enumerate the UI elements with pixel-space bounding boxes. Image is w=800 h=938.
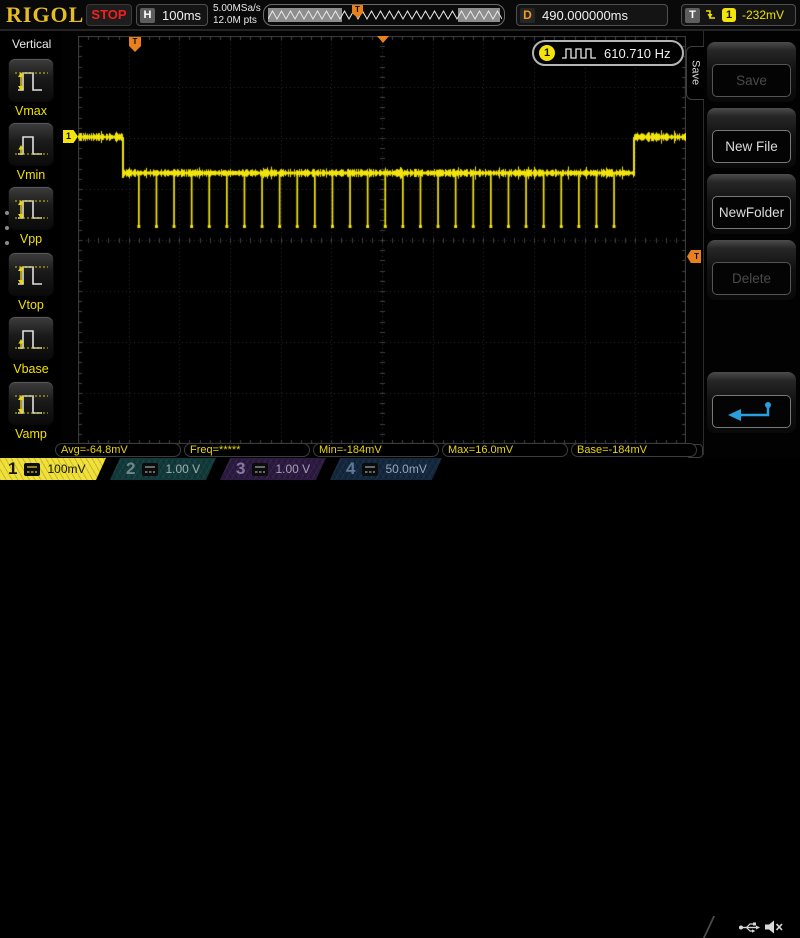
horizontal-block[interactable]: H 100ms [136,4,208,26]
waveform-record-preview[interactable]: T [263,4,505,26]
vamp-label: Vamp [0,427,62,441]
rigol-logo: RIGOL [6,2,84,28]
vmin-button[interactable] [8,122,54,166]
channel1-level-marker[interactable]: 1 [63,130,78,143]
channel-1-tab[interactable]: 1 100mV [0,458,106,480]
trigger-level-value: -232mV [742,8,784,22]
vamp-button[interactable] [8,381,54,425]
channel-number: 4 [346,458,355,480]
channel-number: 1 [8,458,17,480]
waveform-display [78,36,686,444]
dc-coupling-icon [142,463,158,476]
oscilloscope-screen: RIGOL STOP H 100ms 5.00MSa/s 12.0M pts T… [0,0,800,480]
trigger-icon: T [685,8,700,23]
vamp-icon [13,387,51,421]
vmin-icon [13,128,51,162]
delay-icon: D [520,8,535,23]
statusbar-divider [703,916,715,938]
dc-coupling-icon [24,463,40,476]
freq-counter-value: 610.710 Hz [604,46,671,61]
toolbar: RIGOL STOP H 100ms 5.00MSa/s 12.0M pts T… [0,0,800,31]
delay-value: 490.000000ms [542,8,628,23]
dc-coupling-icon [362,463,378,476]
vpp-label: Vpp [0,232,62,246]
new-folder-button[interactable]: NewFolder [707,174,796,234]
square-wave-icon [561,46,597,60]
page-dot [5,226,9,230]
vtop-button[interactable] [8,252,54,296]
meas-min: Min=-184mV [313,443,439,457]
delay-block[interactable]: D 490.000000ms [516,4,668,26]
meas-base: Base=-184mV [571,443,697,457]
falling-edge-icon [705,7,717,23]
sidebar-title: Vertical [12,37,51,51]
trigger-block[interactable]: T 1 -232mV [681,4,796,26]
save-button[interactable]: Save [707,42,796,102]
record-wave-icon [268,8,502,22]
channel-4-tab[interactable]: 4 50.0mV [330,458,442,480]
meas-avg: Avg=-64.8mV [55,443,181,457]
trigger-source-badge: 1 [722,8,736,22]
freq-counter-channel-badge: 1 [539,45,555,61]
measurement-results: Avg=-64.8mV Freq=***** Min=-184mV Max=16… [55,443,703,457]
vmax-label: Vmax [0,104,62,118]
channel-scale: 100mV [47,462,85,476]
back-button[interactable] [707,372,796,433]
channel-bar: 1 100mV 2 1.00 V 3 1.00 V 4 50.0mV [0,458,800,480]
vbase-label: Vbase [0,362,62,376]
vmin-label: Vmin [0,168,62,182]
page-dot [5,241,9,245]
channel-number: 2 [126,458,135,480]
trigger-level-marker[interactable]: T [687,250,701,263]
vertical-measure-sidebar: Vertical Vmax Vmin Vpp Vtop Vbase Vamp [0,31,62,455]
run-state-indicator: STOP [86,4,132,26]
vpp-icon [13,192,51,226]
channel-2-tab[interactable]: 2 1.00 V [110,458,216,480]
vbase-button[interactable] [8,316,54,360]
vpp-button[interactable] [8,186,54,230]
meas-max: Max=16.0mV [442,443,568,457]
memory-depth: 12.0M pts [213,15,261,27]
vbase-icon [13,322,51,356]
page-dot [5,211,9,215]
delete-button[interactable]: Delete [707,240,796,300]
vmax-icon [13,64,51,98]
channel-scale: 50.0mV [385,462,426,476]
vtop-icon [13,258,51,292]
frequency-counter: 1 610.710 Hz [532,40,684,66]
channel-scale: 1.00 V [165,462,200,476]
speaker-muted-icon [764,919,784,935]
timebase-value: 100ms [162,8,201,23]
return-arrow-icon [724,400,780,424]
horizontal-icon: H [140,8,155,23]
channel-scale: 1.00 V [275,462,310,476]
channel-number: 3 [236,458,245,480]
dc-coupling-icon [252,463,268,476]
sample-rate: 5.00MSa/s [213,3,261,15]
usb-icon [738,921,762,934]
vtop-label: Vtop [0,298,62,312]
vmax-button[interactable] [8,58,54,102]
trigger-position-triangle-icon [377,36,389,43]
meas-freq: Freq=***** [184,443,310,457]
new-file-button[interactable]: New File [707,108,796,168]
channel-3-tab[interactable]: 3 1.00 V [220,458,326,480]
acquisition-info: 5.00MSa/s 12.0M pts [213,3,261,27]
menu-tab-save: Save [686,46,704,100]
